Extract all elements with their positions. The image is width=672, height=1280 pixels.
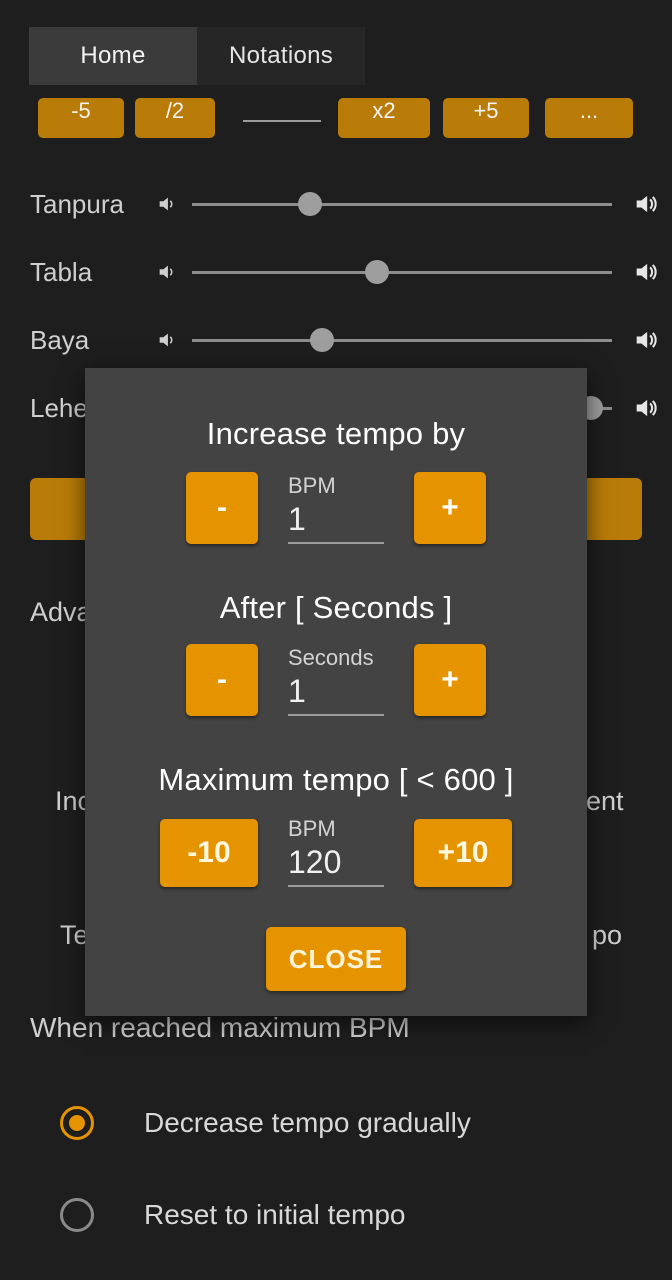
volume-high-icon: [620, 326, 672, 354]
after-seconds-field[interactable]: Seconds 1: [288, 645, 384, 716]
volume-high-icon: [620, 394, 672, 422]
tempo-double-label: x2: [372, 98, 396, 123]
slider-row-tabla: Tabla: [0, 248, 672, 296]
tempo-minus5-label: -5: [71, 98, 91, 123]
radio-row-decrease-gradually[interactable]: Decrease tempo gradually: [0, 1093, 672, 1153]
tempo-double-button[interactable]: x2: [338, 98, 430, 138]
slider-thumb[interactable]: [310, 328, 335, 352]
app-root: Home Notations -5 /2 x2 +5 ... Tanpura T…: [0, 0, 672, 1280]
tab-home[interactable]: Home: [29, 27, 197, 85]
after-seconds-increment-label: +: [441, 663, 459, 696]
slider-row-tanpura: Tanpura: [0, 180, 672, 228]
radio-decrease-gradually-label: Decrease tempo gradually: [144, 1107, 471, 1138]
slider-thumb[interactable]: [297, 192, 322, 216]
increase-tempo-caption: BPM: [288, 473, 336, 498]
dialog-section-title-maximum-tempo: Maximum tempo [ < 600 ]: [158, 762, 514, 797]
radio-reset-initial-label: Reset to initial tempo: [144, 1199, 406, 1230]
tempo-field-underline: [243, 120, 321, 122]
when-reached-max-bpm-heading: When reached maximum BPM: [30, 1012, 410, 1043]
close-button[interactable]: CLOSE: [266, 927, 406, 991]
volume-low-icon: [150, 329, 184, 351]
tempo-plus5-label: +5: [473, 98, 499, 123]
slider-label-tanpura: Tanpura: [30, 188, 124, 219]
tempo-more-label: ...: [579, 98, 599, 123]
radio-row-reset-initial[interactable]: Reset to initial tempo: [0, 1185, 672, 1245]
increase-tempo-decrement-label: -: [217, 491, 227, 524]
close-button-label: CLOSE: [288, 943, 384, 974]
advanced-section-label: Adva: [30, 597, 92, 627]
maximum-tempo-decrement-label: -10: [187, 836, 231, 869]
increase-tempo-value[interactable]: 1: [288, 501, 384, 544]
dialog-section-title-after-seconds: After [ Seconds ]: [219, 590, 453, 625]
volume-high-icon: [620, 258, 672, 286]
dialog-section-title-increase: Increase tempo by: [206, 416, 466, 451]
after-seconds-decrement-button[interactable]: -: [186, 644, 258, 716]
volume-slider-tabla[interactable]: [192, 255, 612, 289]
slider-row-baya: Baya: [0, 316, 672, 364]
after-seconds-increment-button[interactable]: +: [414, 644, 486, 716]
after-seconds-value[interactable]: 1: [288, 673, 384, 716]
tempo-half-label: /2: [165, 98, 185, 123]
increase-tempo-field[interactable]: BPM 1: [288, 473, 384, 544]
maximum-tempo-decrement-button[interactable]: -10: [160, 819, 258, 887]
tempo-row-label-right: po: [592, 920, 623, 950]
volume-low-icon: [150, 261, 184, 283]
tempo-quick-buttons-row: -5 /2 x2 +5 ...: [0, 98, 672, 138]
slider-track: [192, 338, 612, 342]
tab-home-label: Home: [80, 42, 146, 69]
after-seconds-caption: Seconds: [288, 645, 374, 670]
tempo-plus5-button[interactable]: +5: [443, 98, 529, 138]
slider-label-baya: Baya: [30, 324, 90, 355]
maximum-tempo-caption: BPM: [288, 816, 336, 841]
slider-thumb[interactable]: [364, 260, 389, 284]
maximum-tempo-value[interactable]: 120: [288, 844, 384, 887]
tempo-increment-dialog: Increase tempo by - BPM 1 + After [ Seco…: [85, 368, 587, 1016]
increase-tempo-increment-button[interactable]: +: [414, 472, 486, 544]
tempo-minus5-button[interactable]: -5: [38, 98, 124, 138]
slider-label-tabla: Tabla: [30, 256, 93, 287]
increase-tempo-increment-label: +: [441, 491, 459, 524]
volume-slider-tanpura[interactable]: [192, 187, 612, 221]
maximum-tempo-field[interactable]: BPM 120: [288, 816, 384, 887]
tab-bar: Home Notations: [29, 27, 365, 85]
volume-low-icon: [150, 193, 184, 215]
maximum-tempo-increment-button[interactable]: +10: [414, 819, 512, 887]
slider-track: [192, 202, 612, 206]
slider-track: [192, 270, 612, 274]
radio-decrease-gradually-icon[interactable]: [60, 1106, 94, 1140]
maximum-tempo-increment-label: +10: [437, 836, 489, 869]
volume-high-icon: [620, 190, 672, 218]
after-seconds-decrement-label: -: [217, 663, 227, 696]
tempo-half-button[interactable]: /2: [135, 98, 215, 138]
tempo-more-button[interactable]: ...: [545, 98, 633, 138]
increase-tempo-decrement-button[interactable]: -: [186, 472, 258, 544]
increase-increment-label-right: ent: [586, 786, 624, 816]
tab-notations[interactable]: Notations: [197, 27, 365, 85]
tab-notations-label: Notations: [228, 42, 334, 69]
radio-reset-initial-icon[interactable]: [60, 1198, 94, 1232]
volume-slider-baya[interactable]: [192, 323, 612, 357]
